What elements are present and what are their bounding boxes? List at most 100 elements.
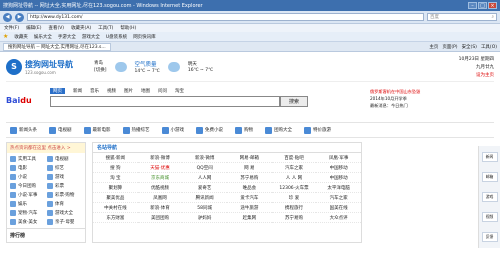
fav-item[interactable]: U盘装系统 <box>106 34 127 40</box>
sidebar-item[interactable]: 反馈 <box>481 232 498 242</box>
minimize-button[interactable]: – <box>468 2 477 9</box>
left-item[interactable]: 小说 <box>10 174 45 180</box>
site-link[interactable]: 新浪·体育 <box>137 203 183 213</box>
search-button[interactable]: 搜索 <box>280 96 308 107</box>
site-link[interactable]: 凤凰网 <box>137 193 183 203</box>
tab-video[interactable]: 视频 <box>107 88 116 94</box>
left-item[interactable]: 体育 <box>47 201 82 207</box>
quicknav-item[interactable]: 特价旅游 <box>304 126 331 134</box>
tab-map[interactable]: 地图 <box>141 88 150 94</box>
site-link[interactable]: 爱卡汽车 <box>227 193 272 203</box>
hot-item[interactable]: 俄罗斯客机在中国山东坠毁 <box>370 88 494 95</box>
tab-web[interactable]: 网页 <box>50 88 65 94</box>
browser-tab[interactable]: 搜狗网址导航 -- 网址大全,实用网址,尽在123.s... <box>3 42 111 51</box>
left-item[interactable]: 彩票·购物 <box>47 192 82 198</box>
maximize-button[interactable]: □ <box>478 2 487 9</box>
left-item[interactable]: 实用工具 <box>10 156 45 162</box>
left-item[interactable]: 游戏大全 <box>47 210 82 216</box>
site-link[interactable]: 中国移动 <box>316 163 361 173</box>
site-link[interactable]: 携程旅行 <box>271 203 317 213</box>
site-link[interactable]: 京东商城 <box>137 173 183 183</box>
site-link[interactable]: 淘 宝 <box>93 173 138 183</box>
page-menu[interactable]: 页面(P) <box>442 44 457 50</box>
address-input[interactable]: http://www.dy131.com/ <box>27 13 424 21</box>
site-link[interactable]: 苏宁易购 <box>227 173 272 183</box>
left-item[interactable]: 亲子·母婴 <box>47 219 82 225</box>
site-link[interactable]: 58同城 <box>182 203 227 213</box>
left-item[interactable]: 电影 <box>10 165 45 171</box>
safety-menu[interactable]: 安全(S) <box>462 44 477 50</box>
site-link[interactable]: 东方财富 <box>93 213 138 223</box>
fav-item[interactable]: 游戏大全 <box>82 34 100 40</box>
fav-item[interactable]: 娱乐大全 <box>34 34 52 40</box>
tools-menu[interactable]: 工具(O) <box>481 44 497 50</box>
menu-edit[interactable]: 编辑(E) <box>26 25 41 31</box>
site-link[interactable]: 中国移动 <box>316 173 361 183</box>
left-item[interactable]: 美食·美女 <box>10 219 45 225</box>
site-link[interactable]: 人 人 网 <box>271 173 317 183</box>
sidebar-item[interactable]: 视频 <box>481 212 498 222</box>
left-item[interactable]: 彩票 <box>47 183 82 189</box>
site-link[interactable]: QQ空间 <box>182 163 227 173</box>
site-link[interactable]: 唯品会 <box>227 183 272 193</box>
tab-news[interactable]: 新闻 <box>73 88 82 94</box>
site-logo[interactable]: S 搜狗网址导航 123.sogou.com <box>6 58 86 75</box>
site-link[interactable]: 新浪·微博 <box>182 153 227 163</box>
site-link[interactable]: 网易·邮箱 <box>227 153 272 163</box>
search-box[interactable]: 百度 ⌕ <box>427 13 497 21</box>
tab-images[interactable]: 图片 <box>124 88 133 94</box>
site-link[interactable]: 12306·火车票 <box>271 183 317 193</box>
close-button[interactable]: × <box>488 2 497 9</box>
left-item[interactable]: 综艺 <box>47 165 82 171</box>
site-link[interactable]: 聚划算 <box>93 183 138 193</box>
left-item[interactable]: 娱乐 <box>10 201 45 207</box>
sidebar-item[interactable]: 邮箱 <box>481 172 498 182</box>
favorites-label[interactable]: 收藏夹 <box>14 34 28 40</box>
quicknav-item[interactable]: 热播综艺 <box>122 126 150 134</box>
quicknav-item[interactable]: 最新电影 <box>83 126 111 134</box>
quicknav-item[interactable]: 团购大全 <box>265 126 292 134</box>
hot-item[interactable]: 2014年10月开学季 <box>370 95 494 102</box>
fav-item[interactable]: 网页快讯库 <box>133 34 156 40</box>
site-link[interactable]: 美团团购 <box>137 213 183 223</box>
site-link[interactable]: 汽车之家 <box>271 163 317 173</box>
set-homepage-link[interactable]: 设为主页 <box>459 72 494 78</box>
site-link[interactable]: 途牛旅游 <box>227 203 272 213</box>
site-link[interactable]: 凤凰·军事 <box>316 153 361 163</box>
site-link[interactable]: 搜狐·新闻 <box>93 153 138 163</box>
tab-music[interactable]: 音乐 <box>90 88 99 94</box>
site-link[interactable]: 网 易 <box>227 163 272 173</box>
tab-wenwen[interactable]: 问问 <box>158 88 167 94</box>
site-link[interactable]: 中关村在线 <box>93 203 138 213</box>
site-link[interactable]: 珍 爱 <box>271 193 317 203</box>
site-link[interactable]: 优酷视频 <box>137 183 183 193</box>
left-item[interactable]: 游戏 <box>47 174 82 180</box>
tab-taobao[interactable]: 淘宝 <box>175 88 184 94</box>
sidebar-item[interactable]: 游戏 <box>481 192 498 202</box>
left-notice[interactable]: 热点资讯都在这里 点击进入 > <box>7 143 85 153</box>
left-item[interactable]: 电视剧 <box>47 156 82 162</box>
home-button[interactable]: 主页 <box>429 44 438 50</box>
back-icon[interactable]: ◀ <box>3 12 12 22</box>
site-link[interactable]: 天猫·优惠 <box>137 163 183 173</box>
site-link[interactable]: 大众点评 <box>316 213 361 223</box>
left-item[interactable]: 宠物·汽车 <box>10 210 45 216</box>
site-link[interactable]: 驴妈妈 <box>182 213 227 223</box>
quicknav-item[interactable]: 小游戏 <box>161 126 184 134</box>
left-item[interactable]: 今日团购 <box>10 183 45 189</box>
site-link[interactable]: 爱奇艺 <box>182 183 227 193</box>
menu-help[interactable]: 帮助(H) <box>120 25 136 31</box>
menu-file[interactable]: 文件(F) <box>4 25 19 31</box>
city-switch[interactable]: [切换] <box>94 67 107 73</box>
site-link[interactable]: 赶集网 <box>227 213 272 223</box>
fav-item[interactable]: 手游大全 <box>58 34 76 40</box>
menu-view[interactable]: 查看(V) <box>48 25 64 31</box>
site-link[interactable]: 苏宁易购 <box>271 213 317 223</box>
site-link[interactable]: 汽车之家 <box>316 193 361 203</box>
site-link[interactable]: 聚美优品 <box>93 193 138 203</box>
site-link[interactable]: 太平洋电脑 <box>316 183 361 193</box>
quicknav-item[interactable]: 免费小说 <box>196 126 223 134</box>
site-link[interactable]: 搜 狗 <box>93 163 138 173</box>
left-item[interactable]: 小说·军事 <box>10 192 45 198</box>
main-search-input[interactable] <box>50 96 280 107</box>
